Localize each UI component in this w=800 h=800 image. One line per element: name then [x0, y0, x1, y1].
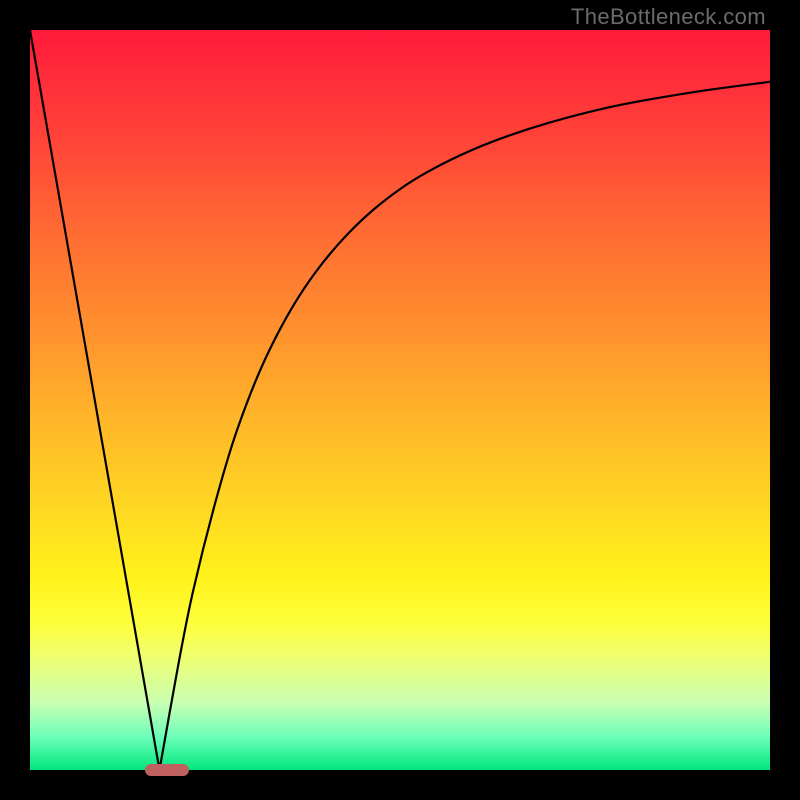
curve-path — [30, 30, 770, 778]
plot-area — [30, 30, 770, 770]
chart-frame: TheBottleneck.com — [0, 0, 800, 800]
watermark-text: TheBottleneck.com — [571, 4, 766, 30]
bottleneck-curve — [30, 30, 770, 770]
minimum-marker — [145, 764, 189, 776]
